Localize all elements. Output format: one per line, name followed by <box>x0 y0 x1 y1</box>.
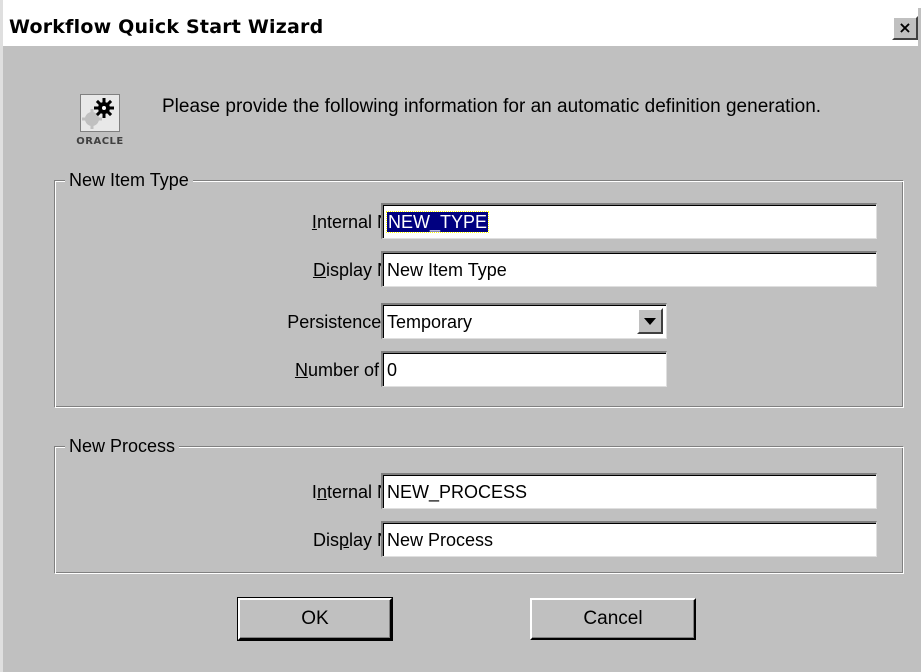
number-of-days-input[interactable]: 0 <box>381 351 667 387</box>
persistence-type-value: Temporary <box>387 312 473 332</box>
window-title: Workflow Quick Start Wizard <box>9 16 324 38</box>
window-frame-top <box>0 0 921 8</box>
title-bar: Workflow Quick Start Wizard × <box>3 8 918 46</box>
new-process-group: New Process Internal Name NEW_PROCESS Di… <box>54 435 904 574</box>
new-process-legend: New Process <box>65 435 180 457</box>
item-display-name-input[interactable]: New Item Type <box>381 251 877 287</box>
ok-button[interactable]: OK <box>237 597 393 641</box>
process-internal-name-input[interactable]: NEW_PROCESS <box>381 473 877 509</box>
item-internal-name-value: NEW_TYPE <box>385 211 490 233</box>
intro-text: Please provide the following information… <box>162 96 822 117</box>
new-item-type-group: New Item Type Internal Name NEW_TYPE Dis… <box>54 169 904 408</box>
chevron-down-icon[interactable] <box>637 308 663 334</box>
item-internal-name-input[interactable]: NEW_TYPE <box>381 203 877 239</box>
new-item-type-legend: New Item Type <box>65 169 193 191</box>
window-frame-left <box>0 0 3 672</box>
gears-icon <box>80 94 120 132</box>
process-display-name-input[interactable]: New Process <box>381 521 877 557</box>
oracle-logo-text: ORACLE <box>76 136 124 147</box>
close-button[interactable]: × <box>892 16 918 40</box>
wizard-dialog: Workflow Quick Start Wizard × ORACLE Ple… <box>0 0 921 672</box>
cancel-button[interactable]: Cancel <box>530 598 696 640</box>
oracle-logo: ORACLE <box>66 92 134 152</box>
close-icon: × <box>898 18 912 37</box>
persistence-type-select[interactable]: Temporary <box>381 303 667 339</box>
